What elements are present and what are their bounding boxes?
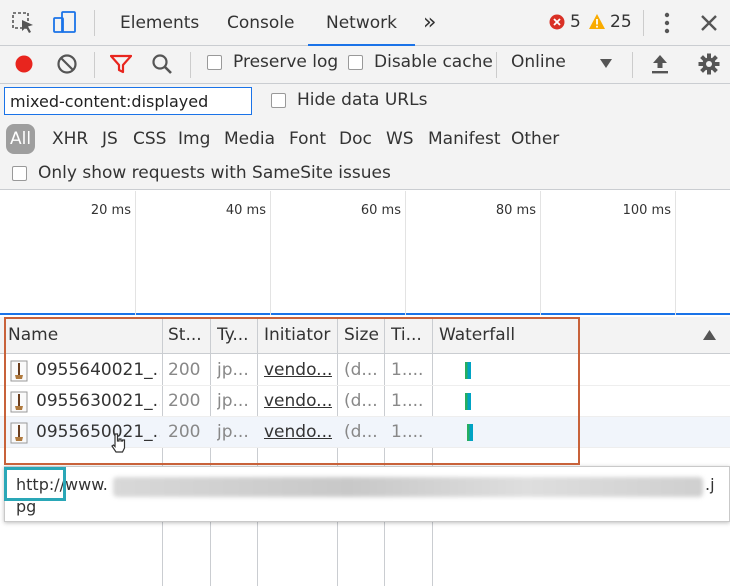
search-icon[interactable] xyxy=(151,53,173,75)
request-time: 1.... xyxy=(391,391,424,411)
request-size: (d... xyxy=(344,391,378,411)
tooltip-url-line2: pg xyxy=(16,497,37,516)
timeline-overview[interactable]: 20 ms 40 ms 60 ms 80 ms 100 ms xyxy=(0,191,730,315)
tab-elements[interactable]: Elements xyxy=(120,0,199,46)
image-file-icon xyxy=(10,422,28,444)
request-initiator-link[interactable]: vendo... xyxy=(264,417,332,448)
type-filter-img[interactable]: Img xyxy=(178,124,210,154)
request-name[interactable]: 0955630021_... xyxy=(36,386,160,417)
chevron-down-icon[interactable] xyxy=(600,59,612,69)
image-file-icon xyxy=(10,360,28,382)
clear-icon[interactable] xyxy=(56,53,78,75)
url-tooltip: http://www. .j pg xyxy=(4,466,730,522)
table-row[interactable]: 0955630021_... 200 jp... vendo... (d... … xyxy=(0,386,730,417)
waterfall-bar[interactable] xyxy=(465,362,471,379)
request-initiator-link[interactable]: vendo... xyxy=(264,355,332,386)
image-file-icon xyxy=(10,391,28,413)
throttling-select[interactable]: Online xyxy=(511,52,566,72)
column-size[interactable]: Size xyxy=(344,317,382,354)
sort-ascending-icon[interactable] xyxy=(703,330,716,341)
more-options-icon[interactable] xyxy=(662,12,672,34)
column-waterfall[interactable]: Waterfall xyxy=(439,317,559,354)
waterfall-bar[interactable] xyxy=(465,393,471,410)
request-size: (d... xyxy=(344,422,378,442)
request-status: 200 xyxy=(168,391,201,411)
timeline-tick: 80 ms xyxy=(495,203,536,218)
type-filter-js[interactable]: JS xyxy=(102,124,118,154)
waterfall-bar[interactable] xyxy=(467,424,473,441)
type-filter-all[interactable]: All xyxy=(6,124,36,154)
disable-cache-label[interactable]: Disable cache xyxy=(374,52,493,72)
column-status[interactable]: St... xyxy=(168,317,206,354)
redacted-url-blur xyxy=(113,477,703,497)
column-name[interactable]: Name xyxy=(8,317,158,354)
type-filter-manifest[interactable]: Manifest xyxy=(428,124,501,154)
more-tabs-button[interactable]: » xyxy=(423,0,436,46)
disable-cache-checkbox[interactable] xyxy=(348,55,363,70)
timeline-tick: 100 ms xyxy=(622,203,671,218)
type-filter-doc[interactable]: Doc xyxy=(339,124,372,154)
hide-data-urls-checkbox[interactable] xyxy=(271,93,286,108)
type-filter-font[interactable]: Font xyxy=(289,124,326,154)
request-name[interactable]: 0955650021_... xyxy=(36,417,160,448)
hand-pointer-icon xyxy=(111,433,126,453)
error-icon[interactable] xyxy=(549,14,565,30)
error-count[interactable]: 5 xyxy=(570,12,581,32)
table-row[interactable]: 0955640021_... 200 jp... vendo... (d... … xyxy=(0,355,730,386)
preserve-log-label[interactable]: Preserve log xyxy=(233,52,338,72)
type-filter-xhr[interactable]: XHR xyxy=(52,124,88,154)
record-icon[interactable] xyxy=(14,54,34,74)
devtools-main-toolbar: Elements Console Network » 5 25 xyxy=(0,0,730,46)
warning-count[interactable]: 25 xyxy=(610,12,632,32)
request-type: jp... xyxy=(217,422,249,442)
tooltip-url-prefix: http://www. xyxy=(16,475,108,494)
timeline-tick: 20 ms xyxy=(90,203,131,218)
timeline-tick: 40 ms xyxy=(225,203,266,218)
request-status: 200 xyxy=(168,422,201,442)
filter-icon[interactable] xyxy=(110,54,132,74)
request-initiator-link[interactable]: vendo... xyxy=(264,386,332,417)
network-toolbar: Preserve log Disable cache Online xyxy=(0,46,730,84)
column-type[interactable]: Ty... xyxy=(217,317,253,354)
request-type: jp... xyxy=(217,391,249,411)
column-time[interactable]: Ti... xyxy=(391,317,427,354)
device-toolbar-icon[interactable] xyxy=(52,10,78,36)
tab-console[interactable]: Console xyxy=(227,0,295,46)
close-icon[interactable] xyxy=(699,13,719,33)
hide-data-urls-label[interactable]: Hide data URLs xyxy=(297,90,427,110)
warning-icon[interactable] xyxy=(588,13,606,30)
request-time: 1.... xyxy=(391,360,424,380)
samesite-checkbox[interactable] xyxy=(12,166,27,181)
filter-input[interactable] xyxy=(4,87,252,115)
type-filter-media[interactable]: Media xyxy=(224,124,275,154)
request-size: (d... xyxy=(344,360,378,380)
samesite-label[interactable]: Only show requests with SameSite issues xyxy=(38,163,391,183)
tooltip-url-suffix: .j xyxy=(705,475,715,494)
table-header: Name St... Ty... Initiator Size Ti... Wa… xyxy=(0,317,730,354)
request-status: 200 xyxy=(168,360,201,380)
import-har-icon[interactable] xyxy=(650,53,670,75)
type-filter-ws[interactable]: WS xyxy=(386,124,414,154)
type-filter-other[interactable]: Other xyxy=(511,124,559,154)
timeline-tick: 60 ms xyxy=(360,203,401,218)
request-name[interactable]: 0955640021_... xyxy=(36,355,160,386)
column-initiator[interactable]: Initiator xyxy=(264,317,336,354)
request-time: 1.... xyxy=(391,422,424,442)
inspect-element-icon[interactable] xyxy=(12,12,36,34)
request-type: jp... xyxy=(217,360,249,380)
tab-network[interactable]: Network xyxy=(308,0,415,46)
preserve-log-checkbox[interactable] xyxy=(207,55,222,70)
settings-gear-icon[interactable] xyxy=(698,53,720,75)
type-filter-css[interactable]: CSS xyxy=(133,124,166,154)
